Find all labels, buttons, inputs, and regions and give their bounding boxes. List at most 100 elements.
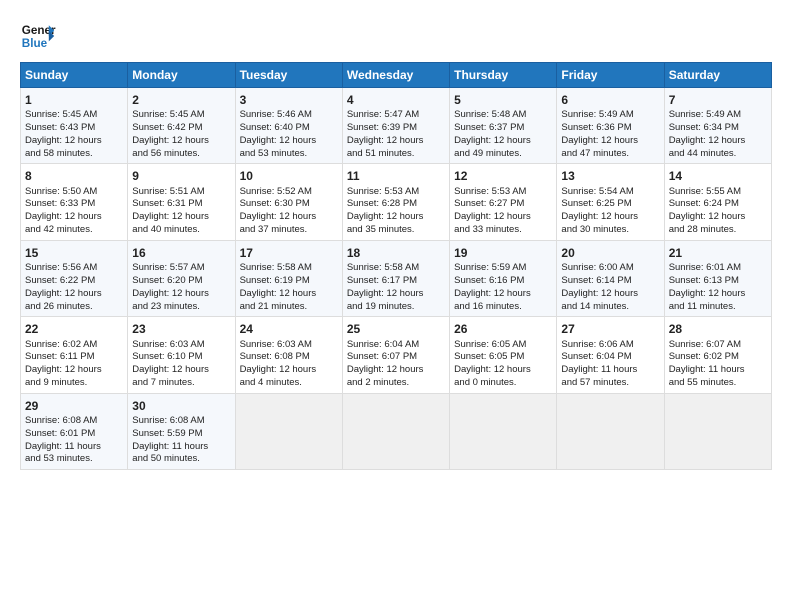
calendar-cell [342,393,449,469]
calendar-cell: 27Sunrise: 6:06 AMSunset: 6:04 PMDayligh… [557,317,664,393]
day-info-line: Sunset: 6:01 PM [25,428,123,441]
day-info-line: Daylight: 12 hours [240,135,338,148]
calendar-cell: 9Sunrise: 5:51 AMSunset: 6:31 PMDaylight… [128,164,235,240]
day-info-line: Sunset: 6:33 PM [25,198,123,211]
calendar-cell: 17Sunrise: 5:58 AMSunset: 6:19 PMDayligh… [235,240,342,316]
day-info-line: Sunrise: 5:58 AM [240,262,338,275]
logo-icon: General Blue [20,18,56,54]
day-info-line: Sunrise: 5:47 AM [347,109,445,122]
day-info-line: Sunrise: 6:04 AM [347,339,445,352]
calendar-cell: 2Sunrise: 5:45 AMSunset: 6:42 PMDaylight… [128,88,235,164]
weekday-header: Monday [128,63,235,88]
day-info-line: Sunrise: 5:55 AM [669,186,767,199]
day-info-line: Sunset: 6:02 PM [669,351,767,364]
day-info-line: and 21 minutes. [240,301,338,314]
day-number: 7 [669,92,767,108]
day-info-line: and 50 minutes. [132,453,230,466]
day-info-line: Daylight: 11 hours [669,364,767,377]
day-info-line: Daylight: 12 hours [669,211,767,224]
day-info-line: and 14 minutes. [561,301,659,314]
day-info-line: Daylight: 12 hours [561,211,659,224]
day-number: 1 [25,92,123,108]
day-info-line: Sunrise: 5:58 AM [347,262,445,275]
day-number: 28 [669,321,767,337]
day-info-line: Sunset: 5:59 PM [132,428,230,441]
calendar-cell [450,393,557,469]
day-number: 27 [561,321,659,337]
weekday-header: Friday [557,63,664,88]
day-info-line: Sunset: 6:30 PM [240,198,338,211]
day-info-line: and 35 minutes. [347,224,445,237]
weekday-header: Sunday [21,63,128,88]
day-info-line: Sunrise: 5:56 AM [25,262,123,275]
day-info-line: and 55 minutes. [669,377,767,390]
day-info-line: Daylight: 12 hours [669,135,767,148]
svg-text:Blue: Blue [22,37,48,50]
weekday-header: Thursday [450,63,557,88]
day-info-line: and 11 minutes. [669,301,767,314]
calendar-cell [557,393,664,469]
day-number: 11 [347,168,445,184]
day-info-line: and 26 minutes. [25,301,123,314]
day-info-line: Sunrise: 5:45 AM [25,109,123,122]
day-info-line: Sunset: 6:10 PM [132,351,230,364]
day-number: 23 [132,321,230,337]
weekday-header: Tuesday [235,63,342,88]
day-info-line: and 2 minutes. [347,377,445,390]
day-info-line: Sunset: 6:37 PM [454,122,552,135]
day-info-line: and 19 minutes. [347,301,445,314]
day-info-line: Daylight: 12 hours [561,288,659,301]
day-info-line: and 37 minutes. [240,224,338,237]
day-info-line: Sunrise: 6:06 AM [561,339,659,352]
day-info-line: and 53 minutes. [25,453,123,466]
day-number: 29 [25,398,123,414]
day-number: 20 [561,245,659,261]
day-info-line: Sunrise: 5:49 AM [561,109,659,122]
calendar-cell: 24Sunrise: 6:03 AMSunset: 6:08 PMDayligh… [235,317,342,393]
day-info-line: Sunset: 6:43 PM [25,122,123,135]
calendar-table: SundayMondayTuesdayWednesdayThursdayFrid… [20,62,772,470]
day-info-line: Sunrise: 6:02 AM [25,339,123,352]
day-number: 25 [347,321,445,337]
day-info-line: Sunrise: 5:53 AM [454,186,552,199]
day-info-line: Sunset: 6:28 PM [347,198,445,211]
calendar-cell: 15Sunrise: 5:56 AMSunset: 6:22 PMDayligh… [21,240,128,316]
day-info-line: Sunset: 6:08 PM [240,351,338,364]
day-info-line: Sunset: 6:20 PM [132,275,230,288]
weekday-header: Saturday [664,63,771,88]
day-info-line: and 49 minutes. [454,148,552,161]
day-info-line: and 33 minutes. [454,224,552,237]
day-info-line: Daylight: 12 hours [347,364,445,377]
day-info-line: Daylight: 12 hours [25,135,123,148]
day-info-line: Sunrise: 5:45 AM [132,109,230,122]
day-info-line: Sunrise: 5:50 AM [25,186,123,199]
day-info-line: Sunrise: 5:49 AM [669,109,767,122]
calendar-cell: 18Sunrise: 5:58 AMSunset: 6:17 PMDayligh… [342,240,449,316]
calendar-cell: 21Sunrise: 6:01 AMSunset: 6:13 PMDayligh… [664,240,771,316]
day-info-line: Daylight: 12 hours [240,364,338,377]
day-info-line: Sunrise: 6:00 AM [561,262,659,275]
calendar-cell: 11Sunrise: 5:53 AMSunset: 6:28 PMDayligh… [342,164,449,240]
day-info-line: Sunset: 6:27 PM [454,198,552,211]
day-info-line: Daylight: 12 hours [454,288,552,301]
day-info-line: Sunrise: 6:03 AM [240,339,338,352]
day-info-line: and 4 minutes. [240,377,338,390]
day-info-line: Sunset: 6:24 PM [669,198,767,211]
day-info-line: Daylight: 12 hours [132,364,230,377]
day-info-line: and 28 minutes. [669,224,767,237]
day-info-line: Daylight: 12 hours [561,135,659,148]
calendar-cell: 30Sunrise: 6:08 AMSunset: 5:59 PMDayligh… [128,393,235,469]
day-info-line: Sunset: 6:19 PM [240,275,338,288]
calendar-cell: 5Sunrise: 5:48 AMSunset: 6:37 PMDaylight… [450,88,557,164]
day-info-line: Daylight: 12 hours [347,135,445,148]
weekday-header: Wednesday [342,63,449,88]
day-info-line: Sunset: 6:07 PM [347,351,445,364]
day-number: 13 [561,168,659,184]
day-info-line: Daylight: 12 hours [347,288,445,301]
day-info-line: Sunset: 6:14 PM [561,275,659,288]
day-info-line: Sunrise: 5:48 AM [454,109,552,122]
day-info-line: Daylight: 12 hours [240,211,338,224]
day-number: 26 [454,321,552,337]
day-info-line: Sunrise: 5:57 AM [132,262,230,275]
day-number: 30 [132,398,230,414]
